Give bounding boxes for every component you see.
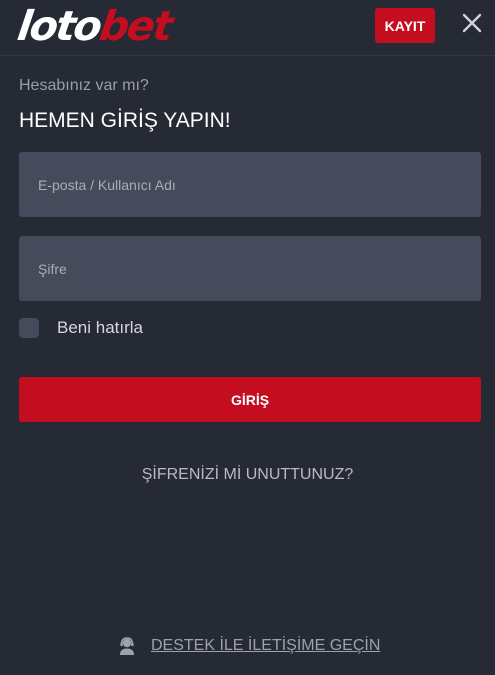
logo-text-bet: bet (96, 2, 175, 50)
remember-me-toggle[interactable]: Beni hatırla (19, 318, 143, 338)
login-page: lotobet KAYIT Hesabınız var mı? HEMEN Gİ… (0, 0, 495, 675)
close-icon (462, 13, 482, 33)
logo-text-loto: loto (14, 2, 104, 50)
login-title: HEMEN GİRİŞ YAPIN! (19, 109, 231, 132)
close-button[interactable] (460, 11, 484, 35)
lotobet-logo[interactable]: lotobet (14, 2, 175, 50)
remember-me-checkbox[interactable] (19, 318, 39, 338)
login-button[interactable]: GİRİŞ (19, 377, 481, 422)
contact-support-label: DESTEK İLE İLETİŞİME GEÇİN (151, 637, 381, 654)
contact-support-link[interactable]: DESTEK İLE İLETİŞİME GEÇİN (117, 636, 380, 656)
forgot-password-link[interactable]: ŞİFRENİZİ Mİ UNUTTUNUZ? (0, 466, 495, 484)
header: lotobet KAYIT (0, 0, 495, 56)
login-subtitle: Hesabınız var mı? (19, 77, 149, 94)
support-agent-icon (120, 637, 134, 655)
password-input[interactable] (19, 236, 481, 301)
email-username-input[interactable] (19, 152, 481, 217)
register-button[interactable]: KAYIT (375, 8, 435, 43)
remember-me-label: Beni hatırla (57, 318, 143, 337)
